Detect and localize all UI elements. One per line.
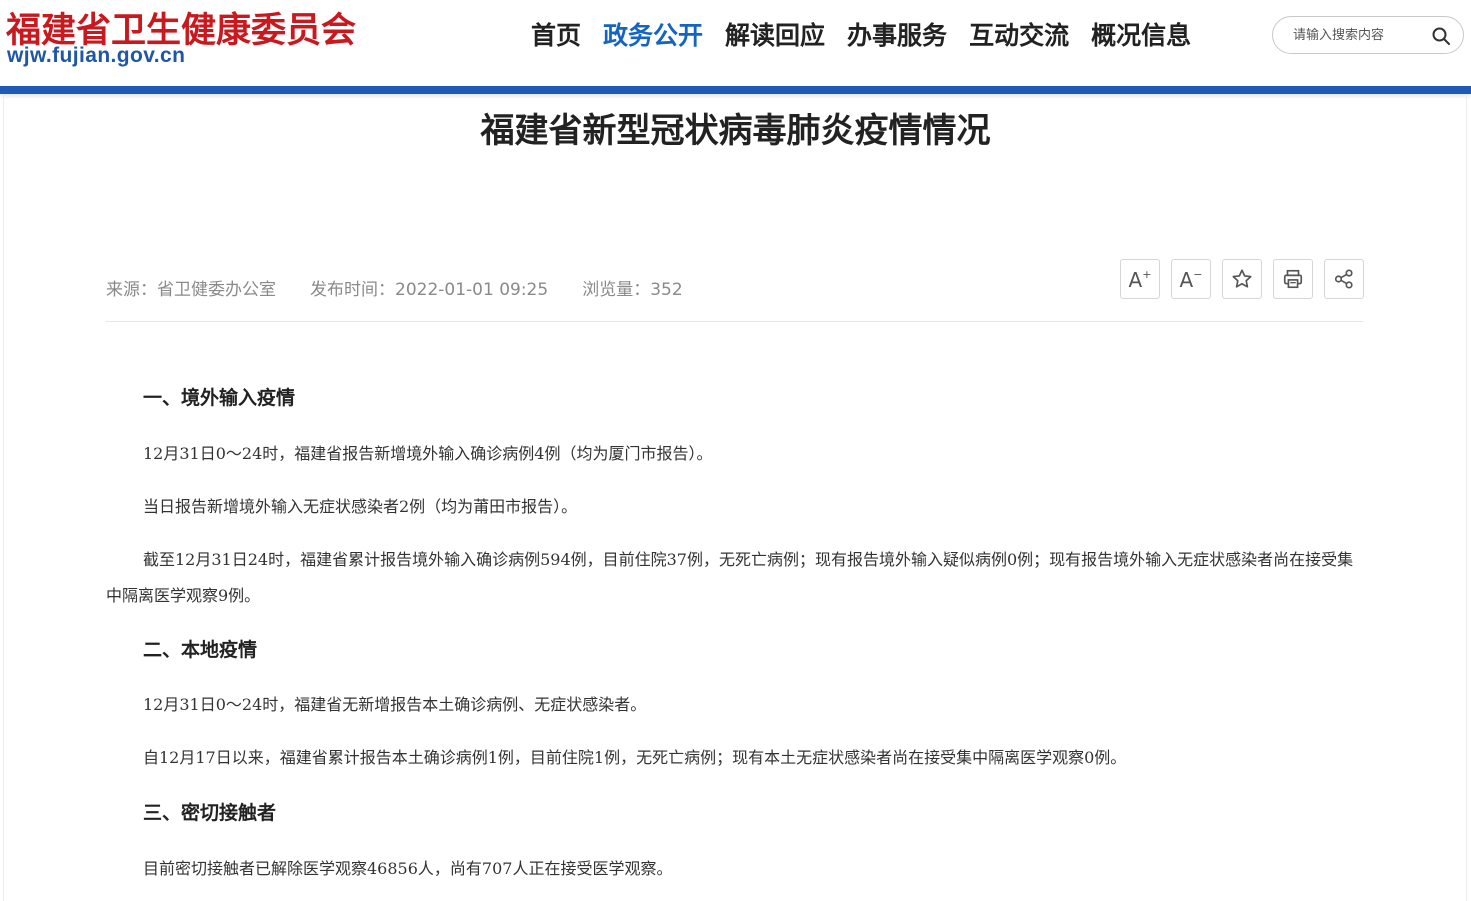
article-views: 浏览量：352 — [582, 280, 683, 300]
font-increase-button[interactable]: A+ — [1120, 259, 1160, 299]
nav-item-interpretation[interactable]: 解读回应 — [714, 16, 836, 56]
article-paragraph: 当日报告新增境外输入无症状感染者2例（均为莆田市报告）。 — [143, 497, 578, 516]
nav-item-overview[interactable]: 概况信息 — [1080, 16, 1202, 56]
nav-item-services[interactable]: 办事服务 — [836, 16, 958, 56]
print-button[interactable] — [1273, 259, 1313, 299]
article-paragraph: 截至12月31日24时，福建省累计报告境外输入确诊病例594例，目前住院37例，… — [106, 550, 1354, 605]
nav-item-home[interactable]: 首页 — [520, 16, 592, 56]
printer-icon — [1283, 269, 1303, 289]
share-button[interactable] — [1324, 259, 1364, 299]
nav-item-interaction[interactable]: 互动交流 — [958, 16, 1080, 56]
article-body: 一、境外输入疫情 12月31日0～24时，福建省报告新增境外输入确诊病例4例（均… — [106, 380, 1366, 887]
font-decrease-button[interactable]: A− — [1171, 259, 1211, 299]
section-heading: 一、境外输入疫情 — [143, 387, 296, 409]
article-meta: 来源：省卫健委办公室 发布时间：2022-01-01 09:25 浏览量：352 — [106, 276, 717, 304]
article-paragraph: 12月31日0～24时，福建省无新增报告本土确诊病例、无症状感染者。 — [143, 695, 647, 714]
section-heading: 三、密切接触者 — [143, 802, 277, 824]
article-paragraph: 自12月17日以来，福建省累计报告本土确诊病例1例，目前住院1例，无死亡病例；现… — [143, 748, 1127, 767]
search-input[interactable] — [1287, 25, 1439, 45]
article-paragraph: 12月31日0～24时，福建省报告新增境外输入确诊病例4例（均为厦门市报告）。 — [143, 444, 713, 463]
site-logo-domain[interactable]: wjw.fujian.gov.cn — [7, 44, 185, 68]
search-box — [1272, 16, 1464, 54]
article-toolbar: A+ A− — [1120, 259, 1364, 299]
article-title: 福建省新型冠状病毒肺炎疫情情况 — [480, 111, 991, 151]
share-icon — [1334, 269, 1353, 289]
section-heading: 二、本地疫情 — [143, 639, 258, 661]
main-nav: 首页 政务公开 解读回应 办事服务 互动交流 概况信息 — [520, 16, 1202, 56]
header-accent-bar — [0, 86, 1471, 94]
article-source: 来源：省卫健委办公室 — [106, 280, 276, 300]
search-icon[interactable] — [1431, 26, 1451, 46]
meta-divider — [106, 321, 1363, 322]
article-paragraph: 目前密切接触者已解除医学观察46856人，尚有707人正在接受医学观察。 — [143, 859, 673, 878]
favorite-button[interactable] — [1222, 259, 1262, 299]
nav-item-government-affairs[interactable]: 政务公开 — [592, 16, 714, 56]
article-publish-time: 发布时间：2022-01-01 09:25 — [310, 280, 549, 300]
site-header: 福建省卫生健康委员会 wjw.fujian.gov.cn 首页 政务公开 解读回… — [0, 0, 1471, 86]
font-decrease-icon: A− — [1179, 267, 1203, 292]
star-icon — [1232, 269, 1252, 288]
font-increase-icon: A+ — [1128, 267, 1152, 292]
